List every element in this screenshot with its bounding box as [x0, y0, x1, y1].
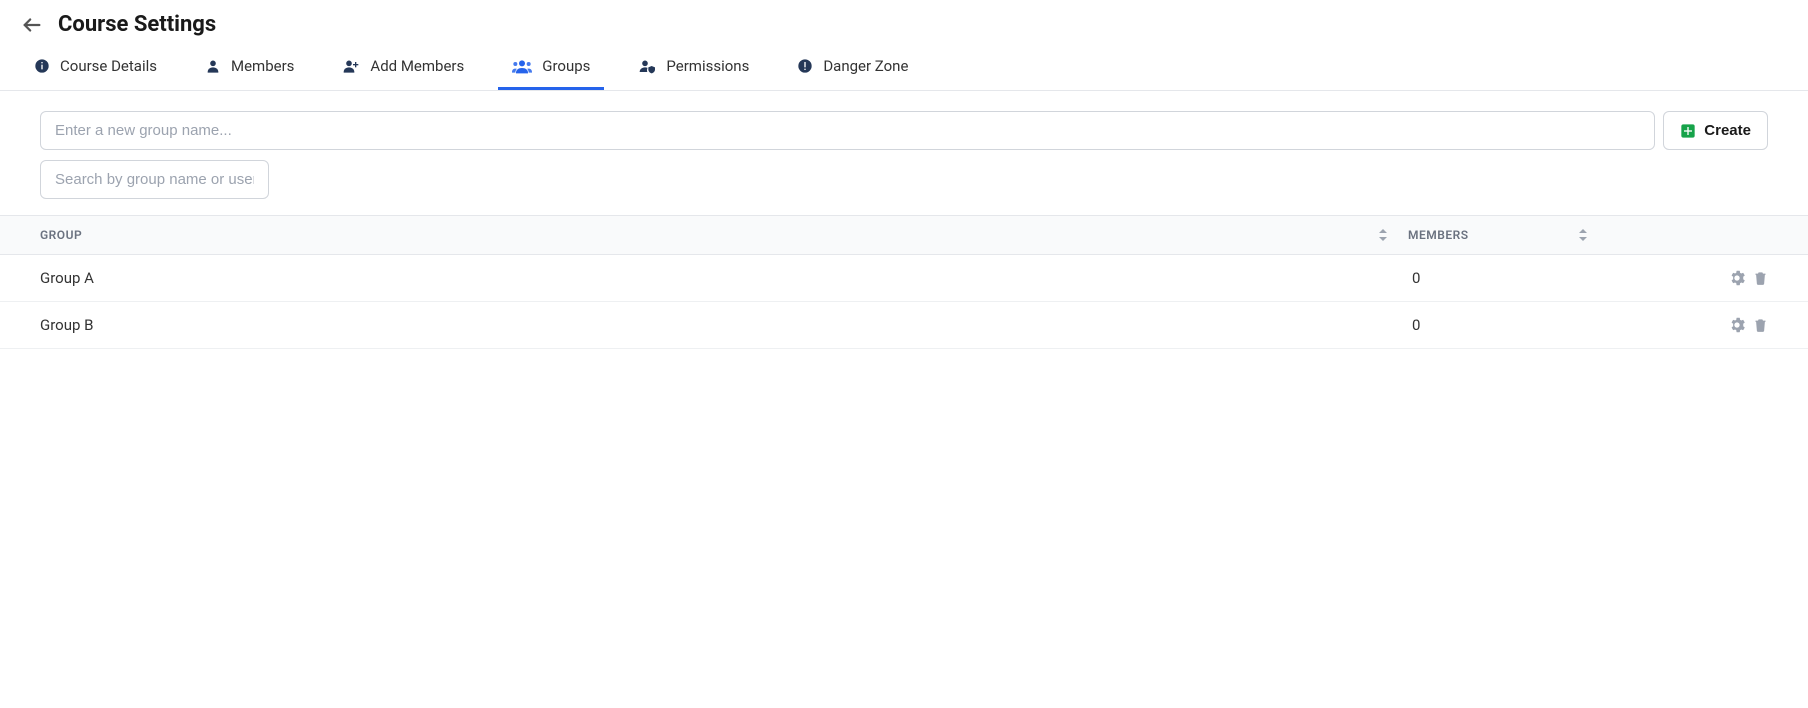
- tab-members[interactable]: Members: [191, 45, 308, 90]
- row-actions: [1608, 270, 1768, 286]
- search-row: [40, 160, 1768, 199]
- groups-table: GROUP MEMBERS Group A 0: [0, 215, 1808, 349]
- warning-icon: [797, 58, 813, 74]
- tab-label: Add Members: [370, 57, 464, 75]
- users-icon: [512, 58, 532, 74]
- table-row: Group A 0: [0, 255, 1808, 302]
- gear-icon: [1729, 317, 1745, 333]
- tab-label: Course Details: [60, 57, 157, 75]
- tab-danger-zone[interactable]: Danger Zone: [783, 45, 922, 90]
- page-title: Course Settings: [58, 12, 216, 37]
- tab-groups[interactable]: Groups: [498, 45, 604, 90]
- table-header: GROUP MEMBERS: [0, 215, 1808, 255]
- tab-label: Groups: [542, 57, 590, 75]
- delete-button[interactable]: [1753, 270, 1768, 286]
- table-row: Group B 0: [0, 302, 1808, 349]
- column-header-group[interactable]: GROUP: [40, 228, 1408, 242]
- back-button[interactable]: [20, 13, 44, 37]
- create-button[interactable]: Create: [1663, 111, 1768, 150]
- gear-icon: [1729, 270, 1745, 286]
- content-area: Create GROUP MEMBERS Group A: [0, 91, 1808, 369]
- search-input[interactable]: [40, 160, 269, 199]
- column-label: GROUP: [40, 228, 82, 242]
- sort-icon: [1378, 229, 1388, 241]
- table-body: Group A 0 Group B 0: [0, 255, 1808, 349]
- tab-label: Permissions: [666, 57, 749, 75]
- plus-square-icon: [1680, 123, 1696, 139]
- members-count-cell: 0: [1408, 316, 1608, 334]
- sort-icon: [1578, 229, 1588, 241]
- page-header: Course Settings: [0, 0, 1808, 45]
- group-name-cell: Group B: [40, 316, 1408, 334]
- tab-label: Danger Zone: [823, 57, 908, 75]
- tab-label: Members: [231, 57, 294, 75]
- tab-course-details[interactable]: Course Details: [20, 45, 171, 90]
- members-count-cell: 0: [1408, 269, 1608, 287]
- user-shield-icon: [638, 58, 656, 74]
- settings-button[interactable]: [1729, 317, 1745, 333]
- column-header-actions: [1608, 228, 1768, 242]
- info-icon: [34, 58, 50, 74]
- column-header-members[interactable]: MEMBERS: [1408, 228, 1608, 242]
- column-label: MEMBERS: [1408, 228, 1469, 242]
- user-plus-icon: [342, 58, 360, 74]
- user-icon: [205, 58, 221, 74]
- create-group-row: Create: [40, 111, 1768, 150]
- trash-icon: [1753, 270, 1768, 286]
- row-actions: [1608, 317, 1768, 333]
- settings-button[interactable]: [1729, 270, 1745, 286]
- tab-permissions[interactable]: Permissions: [624, 45, 763, 90]
- delete-button[interactable]: [1753, 317, 1768, 333]
- trash-icon: [1753, 317, 1768, 333]
- create-button-label: Create: [1704, 122, 1751, 139]
- new-group-input[interactable]: [40, 111, 1655, 150]
- arrow-left-icon: [21, 14, 43, 36]
- tabs-bar: Course Details Members Add Members Group…: [0, 45, 1808, 91]
- tab-add-members[interactable]: Add Members: [328, 45, 478, 90]
- group-name-cell: Group A: [40, 269, 1408, 287]
